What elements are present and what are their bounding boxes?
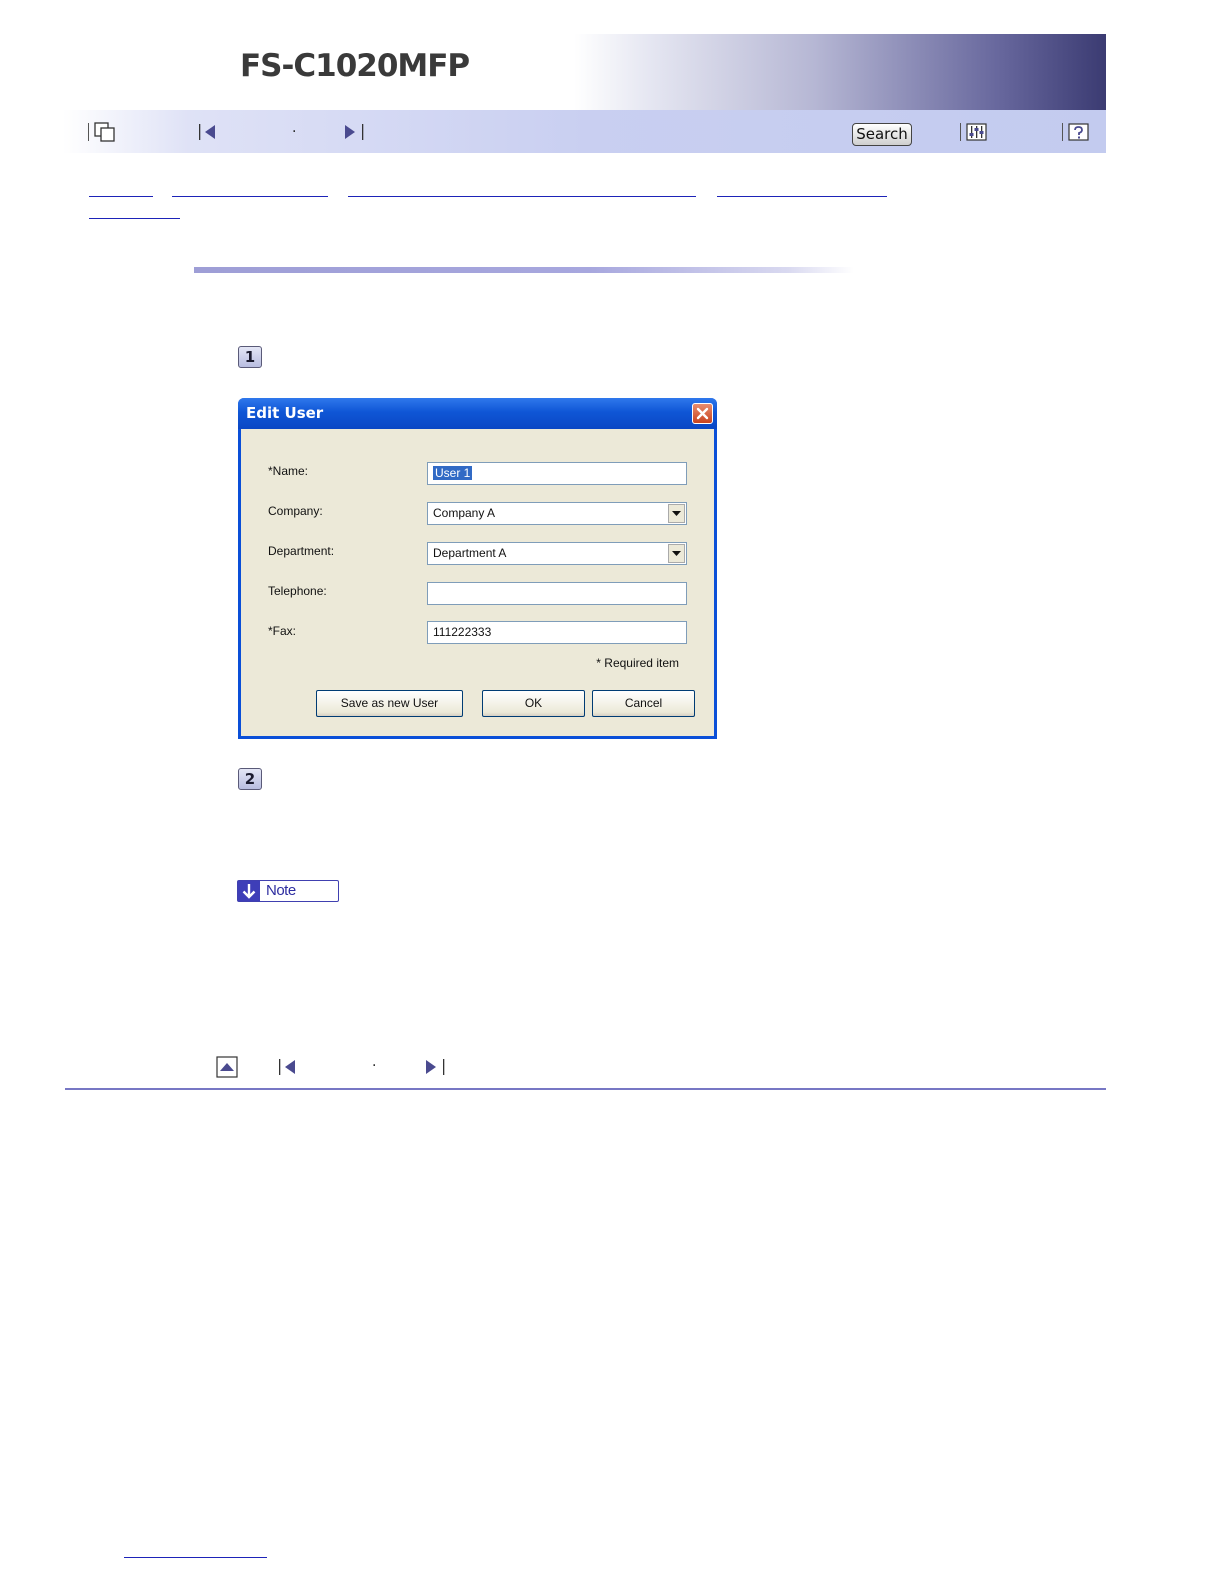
previous-icon: [199, 123, 215, 140]
department-dropdown-button[interactable]: [668, 544, 685, 563]
company-value: Company A: [433, 506, 496, 520]
previous-icon: [279, 1059, 295, 1075]
note-badge: Note: [237, 880, 339, 902]
name-label: *Name:: [268, 464, 309, 478]
edit-user-dialog: Edit User *Name: User 1 Company: Company…: [238, 398, 717, 739]
nav-separator-dot: ·: [292, 123, 297, 140]
company-select[interactable]: Company A: [427, 502, 687, 525]
department-label: Department:: [268, 544, 335, 558]
header-banner: [63, 34, 1106, 110]
next-icon: [426, 1059, 445, 1075]
breadcrumb-link[interactable]: [348, 196, 696, 197]
previous-button[interactable]: [198, 110, 218, 153]
bottom-next-button[interactable]: [424, 1057, 446, 1081]
close-button[interactable]: [692, 403, 713, 424]
product-title: FS-C1020MFP: [240, 48, 470, 84]
bottom-nav-separator-dot: ·: [372, 1058, 377, 1074]
help-button[interactable]: [1062, 110, 1090, 153]
breadcrumb-link[interactable]: [717, 196, 887, 197]
bottom-rule: [65, 1088, 1106, 1090]
breadcrumb-link[interactable]: [89, 218, 180, 219]
name-value: User 1: [433, 466, 473, 480]
close-icon: [696, 407, 709, 420]
note-arrow: [238, 881, 260, 901]
next-icon: [345, 123, 364, 140]
telephone-label: Telephone:: [268, 584, 327, 598]
top-icon: [216, 1056, 238, 1078]
chevron-down-icon: [672, 510, 681, 516]
company-label: Company:: [268, 504, 323, 518]
required-item-note: * Required item: [596, 656, 679, 670]
dialog-title: Edit User: [246, 404, 324, 422]
fax-field[interactable]: 111222333: [427, 621, 687, 644]
settings-button[interactable]: [960, 110, 988, 153]
department-value: Department A: [433, 546, 507, 560]
toolbar: · Search: [63, 110, 1106, 153]
search-button[interactable]: Search: [852, 123, 912, 146]
next-button[interactable]: [343, 110, 365, 153]
fax-label: *Fax:: [268, 624, 297, 638]
settings-icon: [966, 122, 987, 141]
note-label: Note: [266, 882, 296, 899]
help-icon: [1068, 122, 1089, 141]
cancel-button[interactable]: Cancel: [592, 690, 695, 717]
company-dropdown-button[interactable]: [668, 504, 685, 523]
bottom-previous-button[interactable]: [278, 1057, 298, 1081]
telephone-field[interactable]: [427, 582, 687, 605]
contents-button[interactable]: [88, 110, 116, 153]
contents-icon: [94, 121, 115, 142]
step-number-2: 2: [238, 768, 262, 790]
breadcrumb-link[interactable]: [172, 196, 328, 197]
department-select[interactable]: Department A: [427, 542, 687, 565]
ok-button[interactable]: OK: [482, 690, 585, 717]
title-rule: [194, 267, 854, 273]
dialog-titlebar[interactable]: Edit User: [238, 398, 717, 429]
breadcrumb-link[interactable]: [89, 196, 153, 197]
arrow-down-icon: [242, 884, 256, 899]
save-as-new-user-button[interactable]: Save as new User: [316, 690, 463, 717]
footer-link[interactable]: [124, 1557, 267, 1558]
step-number-1: 1: [238, 346, 262, 368]
top-button[interactable]: [216, 1056, 238, 1082]
chevron-down-icon: [672, 550, 681, 556]
name-field[interactable]: User 1: [427, 462, 687, 485]
